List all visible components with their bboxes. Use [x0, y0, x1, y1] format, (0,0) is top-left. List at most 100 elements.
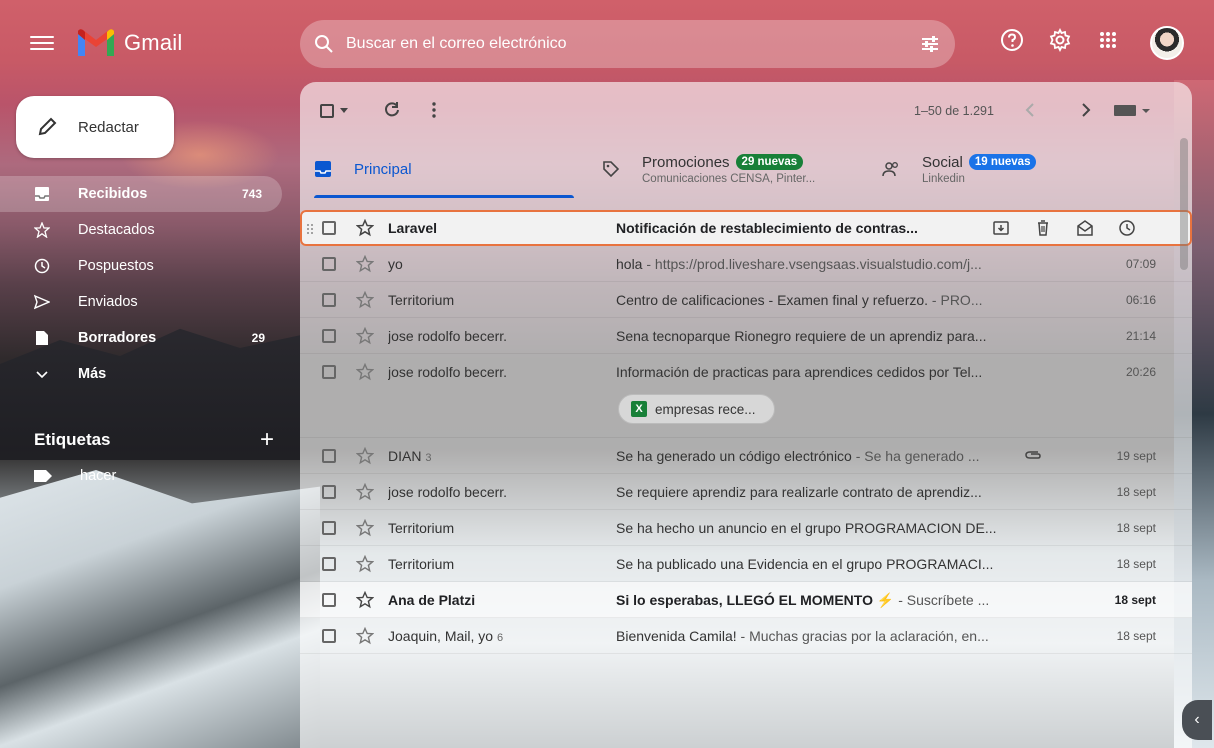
email-sender: Territorium	[388, 292, 455, 308]
compose-button[interactable]: Redactar	[16, 96, 174, 158]
star-icon[interactable]	[356, 627, 374, 645]
star-icon[interactable]	[356, 483, 374, 501]
row-checkbox[interactable]	[322, 221, 336, 235]
row-checkbox[interactable]	[322, 521, 336, 535]
sidebar-item-count: 29	[251, 331, 265, 345]
table-row[interactable]: jose rodolfo becerr. Sena tecnoparque Ri…	[300, 318, 1192, 354]
email-time: 06:16	[1125, 293, 1156, 307]
email-snippet: - Muchas gracias por la aclaración, en..…	[736, 628, 989, 644]
attachment-chip[interactable]: X empresas rece...	[618, 394, 775, 424]
sidebar-label-item[interactable]: hacer	[34, 468, 116, 484]
row-actions	[992, 219, 1136, 237]
table-row[interactable]: Territorium Se ha hecho un anuncio en el…	[300, 510, 1192, 546]
side-panel-toggle[interactable]: ‹	[1182, 700, 1212, 740]
row-checkbox[interactable]	[322, 593, 336, 607]
help-icon[interactable]	[1000, 28, 1024, 52]
sidebar-item-inbox[interactable]: Recibidos 743	[0, 176, 282, 212]
star-icon[interactable]	[356, 219, 374, 237]
tab-primary[interactable]: Principal	[314, 140, 574, 198]
tab-social[interactable]: Social 19 nuevas Linkedin	[882, 140, 1037, 198]
email-subject: Se ha publicado una Evidencia en el grup…	[616, 556, 1052, 572]
star-icon[interactable]	[356, 555, 374, 573]
table-row[interactable]: yo hola - https://prod.liveshare.vsengsa…	[300, 246, 1192, 282]
category-tabs: Principal Promociones 29 nuevas Comunica…	[300, 140, 1192, 198]
tab-label: Principal	[354, 160, 412, 178]
search-options-icon[interactable]	[919, 33, 941, 55]
row-checkbox[interactable]	[322, 485, 336, 499]
sidebar-item-drafts[interactable]: Borradores 29	[0, 320, 285, 356]
search-bar[interactable]	[300, 20, 955, 68]
gmail-logo[interactable]: Gmail	[76, 28, 182, 58]
sidebar-nav: Recibidos 743 Destacados Pospuestos Envi…	[0, 176, 285, 392]
snooze-clock-icon[interactable]	[1118, 219, 1136, 237]
scrollbar[interactable]	[1180, 138, 1188, 270]
select-options-caret[interactable]	[340, 108, 348, 113]
star-icon[interactable]	[356, 327, 374, 345]
drag-handle-icon[interactable]	[306, 223, 314, 235]
add-label-button[interactable]: +	[260, 426, 274, 454]
select-all-checkbox[interactable]	[320, 104, 334, 118]
sidebar-item-more[interactable]: Más	[0, 356, 285, 392]
star-icon[interactable]	[356, 519, 374, 537]
mail-panel: 1–50 de 1.291 Principal Promociones 29 n…	[300, 82, 1192, 748]
row-checkbox[interactable]	[322, 449, 336, 463]
row-checkbox[interactable]	[322, 365, 336, 379]
chevron-down-icon	[36, 371, 48, 379]
search-icon[interactable]	[314, 34, 334, 54]
sidebar-item-starred[interactable]: Destacados	[0, 212, 285, 248]
table-row[interactable]: Ana de Platzi Si lo esperabas, LLEGÓ EL …	[300, 582, 1192, 618]
main-menu-button[interactable]	[30, 32, 54, 56]
sidebar-item-label: Pospuestos	[78, 258, 154, 274]
sidebar-item-label: Enviados	[78, 294, 138, 310]
input-tools-keyboard-icon[interactable]	[1112, 100, 1152, 120]
email-subject-main: Se ha publicado una Evidencia en el grup…	[616, 556, 994, 572]
mark-as-read-icon[interactable]	[1076, 219, 1094, 237]
row-checkbox[interactable]	[322, 293, 336, 307]
star-icon[interactable]	[356, 591, 374, 609]
chevron-right-icon[interactable]	[1076, 100, 1096, 120]
row-checkbox[interactable]	[322, 257, 336, 271]
email-snippet: - PRO...	[928, 292, 983, 308]
clock-icon	[34, 258, 50, 274]
settings-gear-icon[interactable]	[1048, 28, 1072, 52]
more-vert-icon[interactable]	[424, 100, 444, 120]
email-subject-main: Se ha hecho un anuncio en el grupo PROGR…	[616, 520, 997, 536]
labels-title: Etiquetas	[34, 430, 111, 449]
star-icon[interactable]	[356, 255, 374, 273]
sidebar-item-label: Borradores	[78, 330, 157, 346]
sidebar-item-snoozed[interactable]: Pospuestos	[0, 248, 285, 284]
top-bar: Gmail	[0, 0, 1214, 88]
table-row[interactable]: jose rodolfo becerr. Información de prac…	[300, 354, 1192, 438]
star-icon[interactable]	[356, 447, 374, 465]
attachment-name: empresas rece...	[655, 401, 756, 417]
refresh-icon[interactable]	[382, 100, 402, 120]
menu-icon	[30, 36, 54, 38]
menu-icon-line	[30, 42, 54, 44]
table-row[interactable]: Joaquin, Mail, yo 6 Bienvenida Camila! -…	[300, 618, 1192, 654]
excel-file-icon: X	[631, 401, 647, 417]
table-row[interactable]: jose rodolfo becerr. Se requiere aprendi…	[300, 474, 1192, 510]
table-row[interactable]: Territorium Centro de calificaciones - E…	[300, 282, 1192, 318]
table-row[interactable]: Laravel Notificación de restablecimiento…	[300, 210, 1192, 246]
chevron-left-icon[interactable]	[1020, 100, 1040, 120]
email-time: 18 sept	[1116, 629, 1156, 643]
gmail-logo-text: Gmail	[124, 30, 183, 55]
email-snippet: - Suscríbete ...	[894, 592, 990, 608]
sidebar-item-sent[interactable]: Enviados	[0, 284, 285, 320]
tab-promotions[interactable]: Promociones 29 nuevas Comunicaciones CEN…	[602, 140, 815, 198]
star-icon[interactable]	[356, 363, 374, 381]
tab-top: Social 19 nuevas	[922, 154, 1037, 171]
row-checkbox[interactable]	[322, 329, 336, 343]
search-input[interactable]	[346, 35, 919, 53]
delete-trash-icon[interactable]	[1034, 219, 1052, 237]
email-list: Laravel Notificación de restablecimiento…	[300, 210, 1192, 654]
account-avatar[interactable]	[1150, 26, 1184, 60]
star-icon[interactable]	[356, 291, 374, 309]
table-row[interactable]: Territorium Se ha publicado una Evidenci…	[300, 546, 1192, 582]
table-row[interactable]: DIAN 3 Se ha generado un código electrón…	[300, 438, 1192, 474]
email-subject: Se requiere aprendiz para realizarle con…	[616, 484, 1052, 500]
row-checkbox[interactable]	[322, 629, 336, 643]
row-checkbox[interactable]	[322, 557, 336, 571]
apps-grid-icon[interactable]	[1096, 28, 1120, 52]
archive-icon[interactable]	[992, 219, 1010, 237]
